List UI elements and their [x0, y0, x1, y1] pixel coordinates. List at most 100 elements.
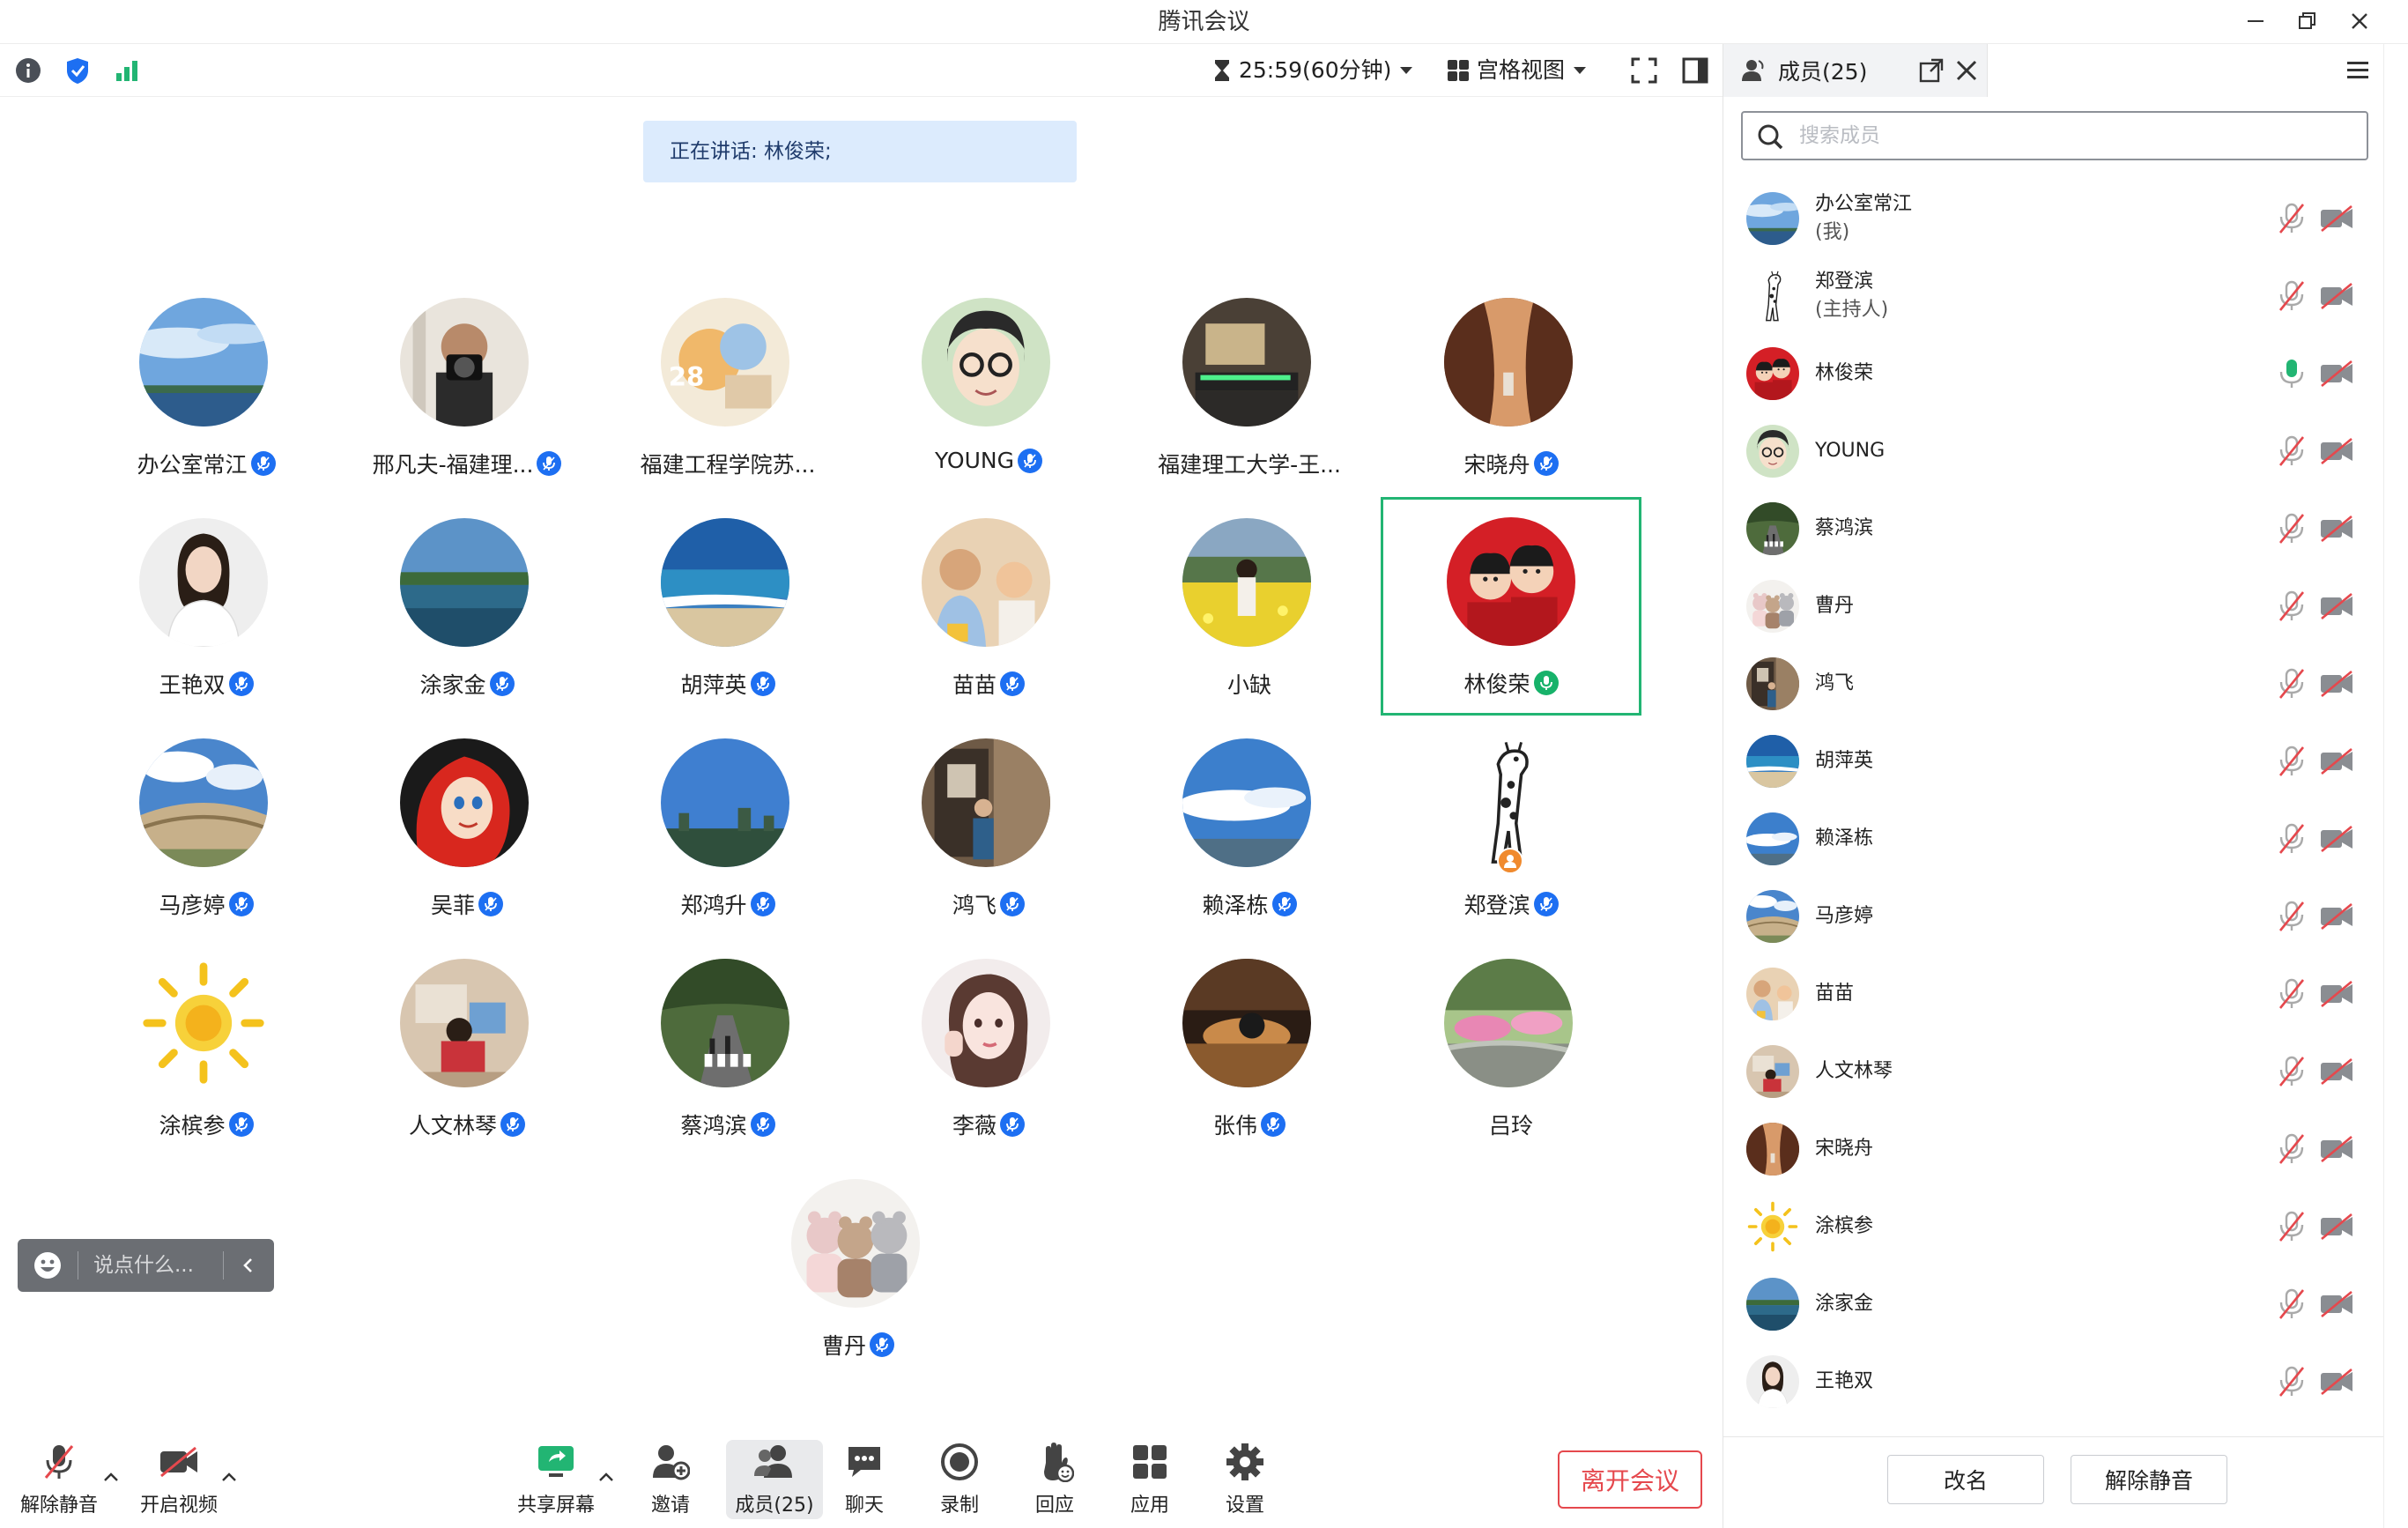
mic-muted-icon[interactable] — [2277, 590, 2307, 622]
participant-tile[interactable]: 小缺 — [1119, 501, 1380, 712]
participant-tile[interactable]: 胡萍英 — [597, 501, 858, 712]
camera-off-icon[interactable] — [2319, 825, 2354, 853]
audio-options-chevron-icon[interactable] — [100, 1466, 122, 1487]
camera-off-icon[interactable] — [2319, 437, 2354, 465]
mic-muted-icon[interactable] — [2277, 203, 2307, 234]
start-video-button[interactable]: 开启视频 — [130, 1440, 227, 1519]
member-row[interactable]: 王艳双 — [1723, 1343, 2384, 1420]
participant-tile[interactable]: 福建理工大学-王... — [1119, 280, 1380, 492]
camera-off-icon[interactable] — [2319, 670, 2354, 698]
close-icon[interactable] — [2333, 4, 2386, 39]
camera-off-icon[interactable] — [2319, 1135, 2354, 1163]
member-row[interactable]: 鸿飞 — [1723, 645, 2384, 723]
participant-tile[interactable]: 吴菲 — [337, 721, 597, 932]
menu-icon[interactable] — [2345, 58, 2370, 83]
camera-off-icon[interactable] — [2319, 1213, 2354, 1241]
mic-muted-icon[interactable] — [2277, 1366, 2307, 1398]
video-options-chevron-icon[interactable] — [219, 1466, 240, 1487]
mic-muted-icon[interactable] — [2277, 823, 2307, 855]
camera-off-icon[interactable] — [2319, 204, 2354, 233]
security-shield-icon[interactable] — [62, 55, 93, 86]
participant-tile[interactable]: 涂槟参 — [76, 941, 337, 1153]
leave-meeting-button[interactable]: 离开会议 — [1558, 1450, 1702, 1509]
mic-muted-icon[interactable] — [2277, 1288, 2307, 1320]
participant-tile[interactable]: 人文林琴 — [337, 941, 597, 1153]
settings-button[interactable]: 设置 — [1197, 1440, 1293, 1519]
meeting-timer[interactable]: 25:59(60分钟) — [1212, 44, 1414, 97]
mic-muted-icon[interactable] — [2277, 745, 2307, 777]
participant-tile[interactable]: 郑登滨 — [1381, 721, 1641, 932]
mic-muted-icon[interactable] — [2277, 668, 2307, 700]
camera-off-icon[interactable] — [2319, 592, 2354, 620]
view-mode-dropdown[interactable]: 宫格视图 — [1447, 44, 1588, 97]
participant-tile[interactable]: 张伟 — [1119, 941, 1380, 1153]
camera-off-icon[interactable] — [2319, 515, 2354, 543]
invite-button[interactable]: 邀请 — [622, 1440, 719, 1519]
restore-icon[interactable] — [2280, 4, 2333, 39]
member-search[interactable]: 搜索成员 — [1741, 111, 2368, 160]
mic-muted-icon[interactable] — [2277, 1056, 2307, 1087]
share-screen-button[interactable]: 共享屏幕 — [508, 1440, 604, 1519]
record-button[interactable]: 录制 — [911, 1440, 1008, 1519]
chat-placeholder[interactable]: 说点什么... — [93, 1239, 194, 1292]
participant-tile[interactable]: 办公室常江 — [76, 280, 337, 492]
tab-members[interactable]: 成员(25) — [1741, 44, 1867, 97]
participant-tile[interactable]: 苗苗 — [858, 501, 1119, 712]
member-row[interactable]: 胡萍英 — [1723, 723, 2384, 800]
mic-muted-icon[interactable] — [2277, 280, 2307, 312]
mic-muted-icon[interactable] — [2277, 1211, 2307, 1242]
mic-muted-icon[interactable] — [2277, 1133, 2307, 1165]
member-row[interactable]: 办公室常江 (我) — [1723, 180, 2384, 257]
mic-muted-icon[interactable] — [2277, 513, 2307, 545]
camera-off-icon[interactable] — [2319, 747, 2354, 775]
member-row[interactable]: 郑登滨 (主持人) — [1723, 257, 2384, 335]
camera-off-icon[interactable] — [2319, 980, 2354, 1008]
member-row[interactable]: 苗苗 — [1723, 955, 2384, 1033]
participant-tile[interactable]: 李薇 — [858, 941, 1119, 1153]
member-row[interactable]: YOUNG — [1723, 412, 2384, 490]
unmute-button[interactable]: 解除静音 — [11, 1440, 107, 1519]
side-panel-toggle-icon[interactable] — [1679, 55, 1711, 86]
participant-tile[interactable]: 郑鸿升 — [597, 721, 858, 932]
mic-muted-icon[interactable] — [2277, 435, 2307, 467]
member-row[interactable]: 赖泽栋 — [1723, 800, 2384, 878]
participant-tile[interactable]: 28 福建工程学院苏... — [597, 280, 858, 492]
participant-tile[interactable]: 邢凡夫-福建理... — [337, 280, 597, 492]
participant-tile[interactable]: 林俊荣 — [1381, 497, 1641, 716]
participant-tile[interactable]: 王艳双 — [76, 501, 337, 712]
mic-muted-icon[interactable] — [2277, 901, 2307, 932]
participant-tile[interactable]: 鸿飞 — [858, 721, 1119, 932]
mic-on-icon[interactable] — [2277, 358, 2307, 389]
members-button[interactable]: 成员(25) — [726, 1440, 823, 1519]
fullscreen-icon[interactable] — [1628, 55, 1660, 86]
participant-tile[interactable]: 蔡鸿滨 — [597, 941, 858, 1153]
close-panel-icon[interactable] — [1954, 58, 1979, 83]
participant-tile[interactable]: YOUNG — [858, 280, 1119, 492]
camera-off-icon[interactable] — [2319, 1290, 2354, 1318]
participant-tile[interactable]: 马彦婷 — [76, 721, 337, 932]
emoji-icon[interactable] — [33, 1251, 62, 1280]
member-row[interactable]: 宋晓舟 — [1723, 1110, 2384, 1188]
camera-off-icon[interactable] — [2319, 902, 2354, 931]
camera-off-icon[interactable] — [2319, 360, 2354, 388]
pop-out-icon[interactable] — [1919, 58, 1944, 83]
chat-input-box[interactable]: 说点什么... — [18, 1239, 274, 1292]
collapse-chat-icon[interactable] — [238, 1255, 259, 1276]
rename-button[interactable]: 改名 — [1887, 1455, 2044, 1504]
camera-off-icon[interactable] — [2319, 1368, 2354, 1396]
member-row[interactable]: 林俊荣 — [1723, 335, 2384, 412]
mic-muted-icon[interactable] — [2277, 978, 2307, 1010]
participant-tile[interactable]: 涂家金 — [337, 501, 597, 712]
participant-tile[interactable]: 曹丹 — [728, 1161, 989, 1373]
info-icon[interactable] — [12, 55, 44, 86]
network-signal-icon[interactable] — [111, 55, 143, 86]
minimize-icon[interactable] — [2229, 4, 2282, 39]
apps-button[interactable]: 应用 — [1101, 1440, 1198, 1519]
member-row[interactable]: 涂槟参 — [1723, 1188, 2384, 1265]
member-row[interactable]: 涂家金 — [1723, 1265, 2384, 1343]
participant-tile[interactable]: 赖泽栋 — [1119, 721, 1380, 932]
reaction-button[interactable]: 回应 — [1006, 1440, 1103, 1519]
member-row[interactable]: 马彦婷 — [1723, 878, 2384, 955]
chat-button[interactable]: 聊天 — [816, 1440, 913, 1519]
camera-off-icon[interactable] — [2319, 1057, 2354, 1086]
